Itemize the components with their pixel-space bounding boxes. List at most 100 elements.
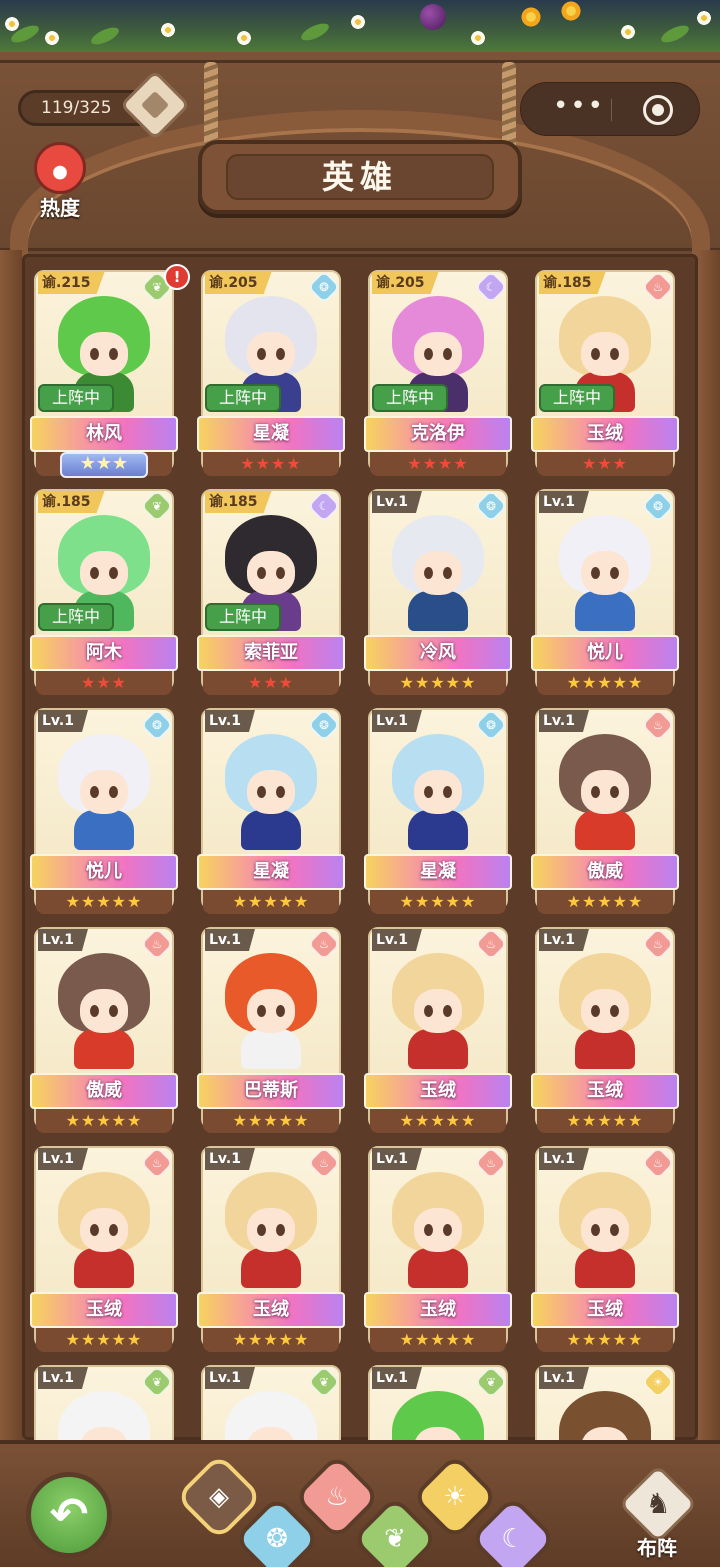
hero-card[interactable]: Lv.1 ❂ 冷风 ★★★★★ [364, 489, 512, 697]
alert-badge: ! [164, 264, 190, 290]
hero-stars: ★★★★★ [36, 890, 172, 914]
water-swirl-icon: ❂ [486, 498, 496, 514]
hero-card[interactable]: Lv.1 ❦ [30, 1365, 178, 1440]
flame-icon [34, 142, 86, 194]
hero-card[interactable]: Lv.1 ♨ 玉绒 ★★★★★ [197, 1146, 345, 1354]
deployed-tag: 上阵中 [539, 384, 615, 412]
water-swirl-icon: ❂ [319, 717, 329, 733]
hero-card[interactable]: Lv.1 ☀ [531, 1365, 679, 1440]
hero-level: Lv.1 [38, 1148, 88, 1170]
hero-name: 悦儿 [30, 854, 178, 890]
deployed-tag: 上阵中 [205, 603, 281, 631]
hero-level: Lv.1 [539, 710, 589, 732]
hero-level: 谕.215 [38, 272, 105, 294]
water-swirl-icon: ❂ [319, 279, 329, 295]
hero-stars: ★★★ [36, 671, 172, 695]
hero-outfit [408, 1248, 468, 1288]
hero-stars: ★★★★★ [537, 1109, 673, 1133]
hero-stars: ★★★ [537, 452, 673, 476]
capsule-divider [611, 99, 612, 121]
hero-card[interactable]: Lv.1 ❂ 悦儿 ★★★★★ [531, 489, 679, 697]
hero-outfit [241, 1029, 301, 1069]
hero-card[interactable]: Lv.1 ♨ 玉绒 ★★★★★ [364, 1146, 512, 1354]
back-arrow-icon: ↶ [49, 1487, 89, 1541]
hero-card[interactable]: Lv.1 ♨ 巴蒂斯 ★★★★★ [197, 927, 345, 1135]
hero-card[interactable]: 谕.215 ❦! 上阵中 林风 ★★★ [30, 264, 190, 478]
hero-card[interactable]: Lv.1 ❂ 星凝 ★★★★★ [197, 708, 345, 916]
hero-portrait [553, 949, 657, 1069]
moon-icon: ☾ [485, 279, 497, 295]
hero-name: 玉绒 [364, 1073, 512, 1109]
hero-stars: ★★★★★ [203, 890, 339, 914]
hero-card[interactable]: Lv.1 ♨ 玉绒 ★★★★★ [30, 1146, 178, 1354]
grid-diamond-icon: ◈ [209, 1482, 229, 1512]
flame-icon: ♨ [325, 1482, 349, 1512]
hero-card[interactable]: Lv.1 ♨ 傲威 ★★★★★ [531, 708, 679, 916]
hero-level: Lv.1 [539, 1367, 589, 1389]
hero-portrait [52, 949, 156, 1069]
hero-stars: ★★★★★ [537, 1328, 673, 1352]
hero-name: 玉绒 [30, 1292, 178, 1328]
heat-button[interactable]: 热度 [28, 142, 92, 222]
hero-outfit [575, 1029, 635, 1069]
hero-name: 星凝 [364, 854, 512, 890]
hero-card[interactable]: Lv.1 ❂ 悦儿 ★★★★★ [30, 708, 178, 916]
hero-outfit [408, 810, 468, 850]
hero-card[interactable]: 谕.185 ❦ 上阵中 阿木 ★★★ [30, 489, 178, 697]
hero-level: Lv.1 [539, 1148, 589, 1170]
hero-card[interactable]: 谕.185 ♨ 上阵中 玉绒 ★★★ [531, 270, 679, 478]
hero-face [414, 551, 462, 595]
hero-portrait [386, 1168, 490, 1288]
more-menu-button[interactable]: ••• [549, 93, 609, 125]
moon-icon: ☾ [318, 498, 330, 514]
left-post [0, 250, 22, 1450]
leaf-icon: ❦ [319, 1374, 329, 1390]
flame-icon: ♨ [151, 1155, 163, 1171]
hero-level: Lv.1 [372, 1148, 422, 1170]
hero-face [80, 551, 128, 595]
hero-stars: ★★★★★ [537, 671, 673, 695]
hero-card[interactable]: Lv.1 ❦ [197, 1365, 345, 1440]
hero-face [414, 989, 462, 1033]
hero-name: 傲威 [531, 854, 679, 890]
hero-outfit [74, 1029, 134, 1069]
chess-pieces-icon: ♞ [645, 1487, 671, 1520]
deployed-tag: 上阵中 [38, 384, 114, 412]
hero-level: Lv.1 [38, 710, 88, 732]
formation-button[interactable]: ♞ 布阵 [612, 1464, 702, 1562]
hero-outfit [575, 591, 635, 631]
hero-face [247, 1208, 295, 1252]
hero-card[interactable]: 谕.205 ❂ 上阵中 星凝 ★★★★ [197, 270, 345, 478]
heat-label: 热度 [40, 196, 80, 220]
hero-portrait [553, 511, 657, 631]
hero-card[interactable]: 谕.205 ☾ 上阵中 克洛伊 ★★★★ [364, 270, 512, 478]
hero-outfit [74, 1248, 134, 1288]
hero-card[interactable]: Lv.1 ♨ 玉绒 ★★★★★ [364, 927, 512, 1135]
hero-name: 索菲亚 [197, 635, 345, 671]
hero-grid-panel[interactable]: 谕.215 ❦! 上阵中 林风 ★★★ 谕.205 ❂ 上阵中 星凝 ★★★★ 谕.205 ☾ 上阵中克… [22, 254, 698, 1440]
back-button[interactable]: ↶ [26, 1472, 112, 1558]
hero-card[interactable]: Lv.1 ❂ 星凝 ★★★★★ [364, 708, 512, 916]
sun-icon: ☀ [652, 1374, 664, 1390]
hero-stars: ★★★★★ [203, 1109, 339, 1133]
hero-card[interactable]: Lv.1 ❦ [364, 1365, 512, 1440]
flame-icon: ♨ [485, 936, 497, 952]
hero-level: 谕.205 [372, 272, 439, 294]
hero-card[interactable]: 谕.185 ☾ 上阵中 索菲亚 ★★★ [197, 489, 345, 697]
hero-face [80, 1208, 128, 1252]
hero-card[interactable]: Lv.1 ♨ 傲威 ★★★★★ [30, 927, 178, 1135]
hero-name: 玉绒 [531, 1073, 679, 1109]
hero-card[interactable]: Lv.1 ♨ 玉绒 ★★★★★ [531, 1146, 679, 1354]
close-target-icon[interactable] [643, 95, 673, 125]
flame-icon: ♨ [652, 1155, 664, 1171]
hero-card[interactable]: Lv.1 ♨ 玉绒 ★★★★★ [531, 927, 679, 1135]
hero-stars: ★★★★★ [36, 1109, 172, 1133]
hero-level: Lv.1 [38, 929, 88, 951]
hero-outfit [408, 1029, 468, 1069]
hero-stars: ★★★★★ [36, 1328, 172, 1352]
hero-face [581, 332, 629, 376]
hero-name: 玉绒 [531, 416, 679, 452]
hero-face [414, 770, 462, 814]
hero-portrait [52, 730, 156, 850]
hero-outfit [408, 591, 468, 631]
